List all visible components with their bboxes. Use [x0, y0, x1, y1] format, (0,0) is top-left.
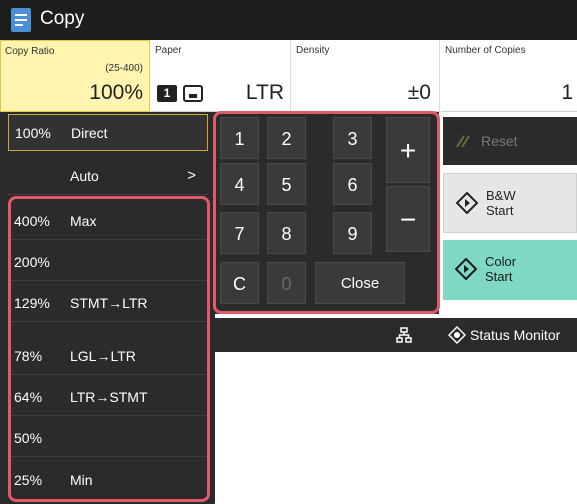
reset-label: Reset — [481, 133, 518, 149]
color-start-line1: Color — [485, 254, 517, 269]
reset-icon — [456, 135, 470, 148]
bw-start-line1: B&W — [486, 188, 516, 203]
paper-setting[interactable]: Paper 1 LTR — [151, 40, 291, 112]
ratio-item-direct[interactable]: 100% Direct — [8, 114, 208, 151]
highlight-frame-ratios — [8, 196, 210, 502]
network-icon[interactable] — [396, 327, 412, 343]
density-setting[interactable]: Density ±0 — [292, 40, 440, 112]
start-icon — [456, 192, 478, 214]
copy-icon — [11, 8, 31, 32]
status-monitor-icon[interactable] — [448, 326, 466, 344]
status-bar: Status Monitor — [215, 318, 577, 352]
ratio-name: Auto — [70, 168, 99, 184]
start-icon — [455, 258, 477, 280]
paper-label: Paper — [155, 45, 182, 56]
reset-button[interactable]: Reset — [443, 117, 577, 165]
chevron-right-icon: > — [187, 167, 196, 184]
color-start-button[interactable]: Color Start — [443, 240, 577, 300]
color-start-line2: Start — [485, 269, 513, 284]
density-label: Density — [296, 45, 330, 56]
ratio-percent: 100% — [15, 125, 51, 141]
paper-value: LTR — [245, 81, 284, 104]
density-value: ±0 — [407, 81, 431, 104]
paper-tray-icon — [183, 85, 203, 102]
ratio-name: Direct — [71, 125, 108, 141]
app-title: Copy — [40, 8, 85, 29]
copies-setting[interactable]: Number of Copies 1 — [441, 40, 577, 112]
title-bar: Copy — [0, 0, 577, 40]
highlight-frame-keypad — [213, 111, 440, 314]
paper-drawer-icon: 1 — [157, 85, 177, 102]
copy-ratio-label: Copy Ratio — [5, 46, 55, 57]
bw-start-line2: Start — [486, 203, 514, 218]
bw-start-button[interactable]: B&W Start — [443, 173, 577, 233]
copies-value: 1 — [561, 81, 573, 104]
copies-label: Number of Copies — [445, 45, 526, 56]
copy-ratio-value: 100% — [89, 81, 143, 104]
status-monitor-label[interactable]: Status Monitor — [470, 327, 560, 343]
copy-ratio-range: (25-400) — [105, 63, 143, 74]
ratio-item-auto[interactable]: Auto > — [8, 158, 208, 195]
copy-ratio-setting[interactable]: Copy Ratio (25-400) 100% — [0, 40, 150, 112]
